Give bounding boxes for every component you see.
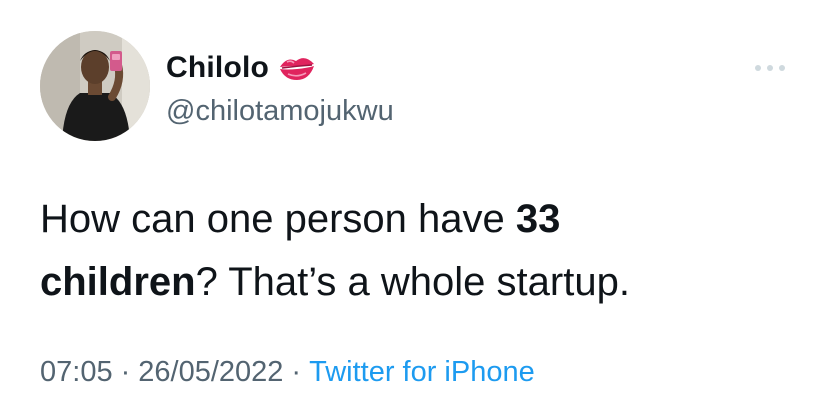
tweet-text-bold: children <box>40 260 196 304</box>
tweet-meta: 07:05 · 26/05/2022 · Twitter for iPhone <box>40 352 535 392</box>
kiss-mark-icon <box>277 53 317 83</box>
more-dots-icon <box>755 65 785 71</box>
tweet-text: How can one person have 33 children? That… <box>40 188 800 314</box>
meta-separator: · <box>291 356 302 388</box>
tweet-card: Chilolo @chilotamojukwu How can one pers… <box>0 0 828 411</box>
more-options-button[interactable] <box>750 58 790 78</box>
tweet-time[interactable]: 07:05 <box>40 356 113 388</box>
tweet-date[interactable]: 26/05/2022 <box>138 356 283 388</box>
tweet-text-part: How can one person have <box>40 197 516 241</box>
meta-separator: · <box>120 356 131 388</box>
display-name[interactable]: Chilolo <box>166 48 269 88</box>
author-name-row: Chilolo <box>166 48 317 88</box>
tweet-text-part: ? That’s a whole startup. <box>195 260 630 304</box>
author-handle[interactable]: @chilotamojukwu <box>166 94 394 128</box>
tweet-text-bold: 33 <box>515 197 561 241</box>
avatar[interactable] <box>40 31 150 141</box>
avatar-photo <box>40 31 150 141</box>
tweet-source-link[interactable]: Twitter for iPhone <box>309 356 535 388</box>
